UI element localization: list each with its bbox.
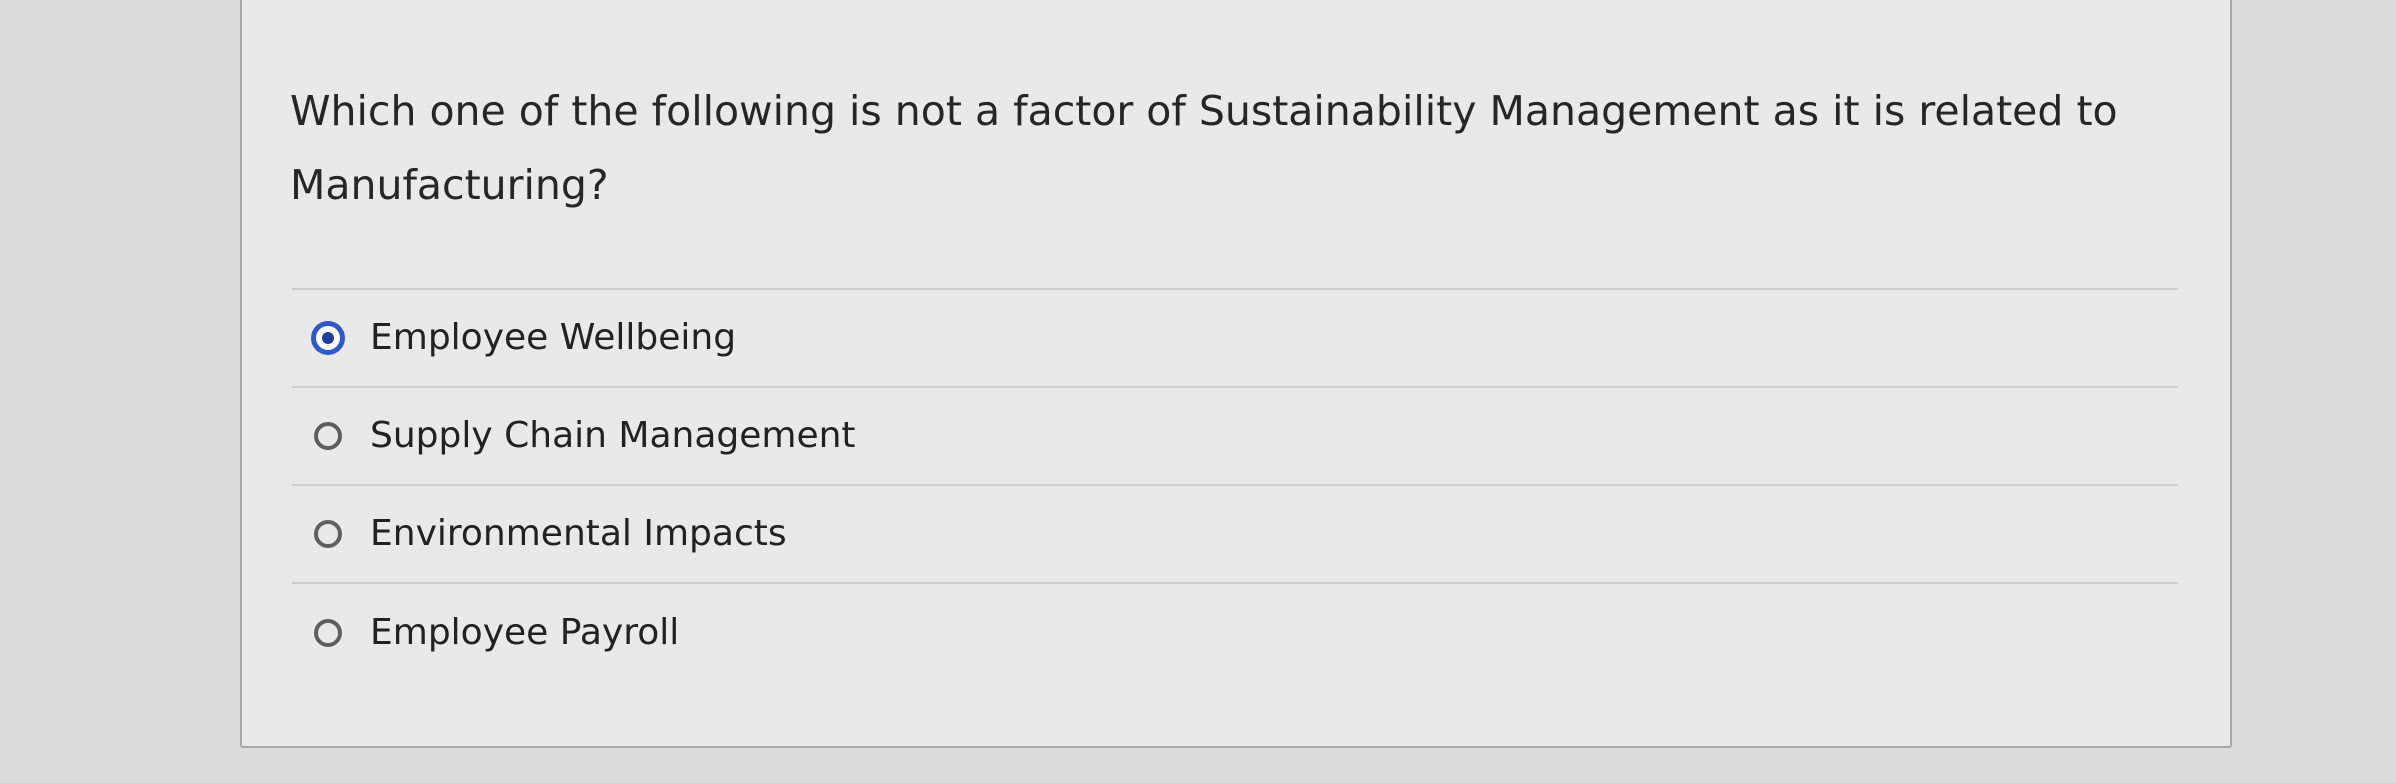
answer-option-employee-payroll[interactable]: Employee Payroll <box>292 584 2178 682</box>
radio-dot-icon <box>322 332 334 344</box>
radio-unselected-icon[interactable] <box>314 422 342 450</box>
answer-option-employee-wellbeing[interactable]: Employee Wellbeing <box>292 290 2178 388</box>
answer-label[interactable]: Employee Payroll <box>370 613 679 653</box>
answer-list: Employee Wellbeing Supply Chain Manageme… <box>292 288 2178 682</box>
radio-unselected-icon[interactable] <box>314 619 342 647</box>
answer-label[interactable]: Environmental Impacts <box>370 514 787 554</box>
radio-unselected-icon[interactable] <box>314 520 342 548</box>
radio-selected-icon[interactable] <box>311 321 345 355</box>
answer-option-environmental-impacts[interactable]: Environmental Impacts <box>292 486 2178 584</box>
question-card: Which one of the following is not a fact… <box>240 0 2232 748</box>
answer-option-supply-chain-management[interactable]: Supply Chain Management <box>292 388 2178 486</box>
answer-label[interactable]: Employee Wellbeing <box>370 318 736 358</box>
question-text: Which one of the following is not a fact… <box>290 87 2118 209</box>
answer-label[interactable]: Supply Chain Management <box>370 416 856 456</box>
